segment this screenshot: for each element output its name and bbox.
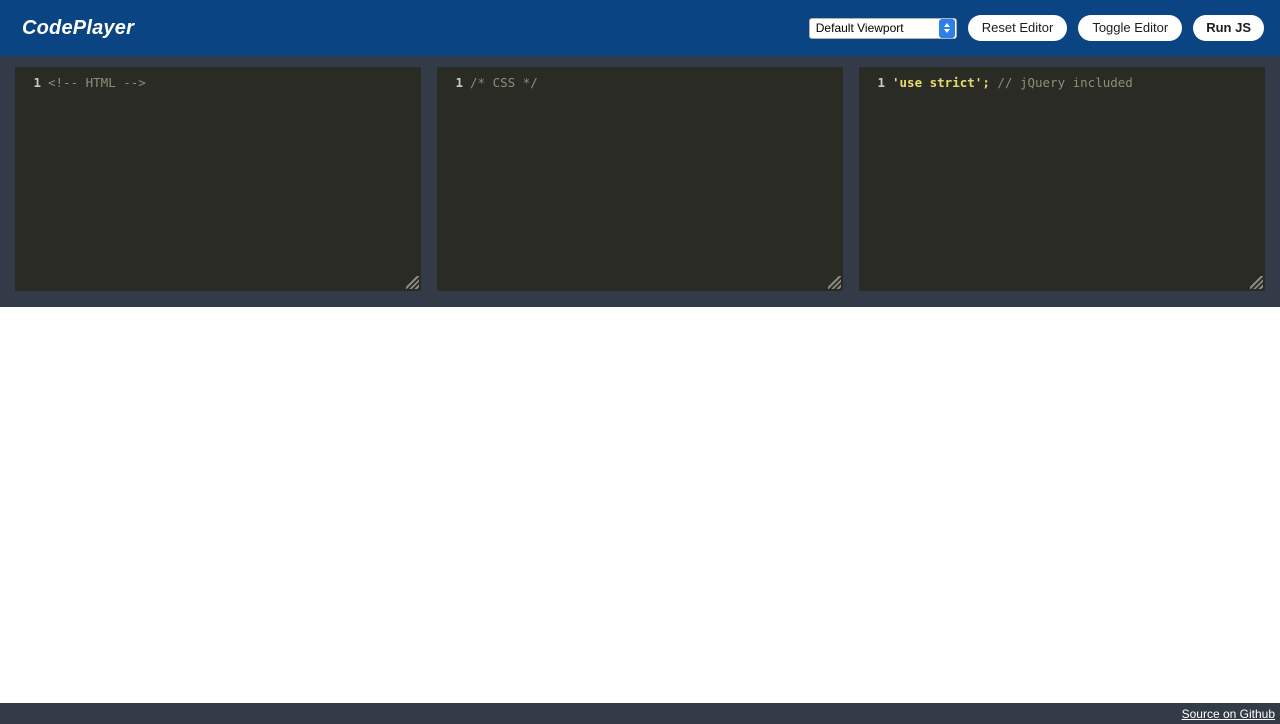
resize-handle-icon[interactable] — [406, 276, 419, 289]
html-editor-wrapper: 1 <!-- HTML --> — [15, 67, 421, 291]
js-comment-token: // jQuery included — [989, 75, 1133, 90]
editors-panel: 1 <!-- HTML --> 1 /* CSS */ 1 'use stric — [0, 56, 1280, 307]
line-number: 1 — [455, 75, 463, 90]
js-editor-wrapper: 1 'use strict' ; // jQuery included — [859, 67, 1265, 291]
chevron-down-icon — [943, 29, 950, 33]
line-number: 1 — [33, 75, 41, 90]
code-line: 1 <!-- HTML --> — [15, 74, 413, 91]
source-on-github-link[interactable]: Source on Github — [1182, 707, 1275, 721]
viewport-select[interactable]: Default Viewport — [808, 17, 957, 39]
app-logo: CodePlayer — [22, 17, 135, 39]
run-js-button[interactable]: Run JS — [1193, 15, 1264, 41]
js-string-token: 'use strict' — [892, 75, 983, 90]
code-line: 1 /* CSS */ — [437, 74, 835, 91]
code-line: 1 'use strict' ; // jQuery included — [859, 74, 1257, 91]
js-punctuation-token: ; — [982, 75, 990, 90]
header-controls: Default Viewport Reset Editor Toggle Edi… — [808, 15, 1264, 41]
css-editor-wrapper: 1 /* CSS */ — [437, 67, 843, 291]
preview-pane[interactable] — [0, 307, 1280, 703]
app-header: CodePlayer Default Viewport Reset Editor… — [0, 0, 1280, 56]
css-editor[interactable]: 1 /* CSS */ — [437, 67, 843, 291]
viewport-select-value: Default Viewport — [815, 20, 904, 35]
css-comment-token: /* CSS */ — [470, 75, 538, 90]
resize-handle-icon[interactable] — [828, 276, 841, 289]
toggle-editor-button[interactable]: Toggle Editor — [1078, 15, 1183, 41]
html-editor[interactable]: 1 <!-- HTML --> — [15, 67, 421, 291]
js-editor[interactable]: 1 'use strict' ; // jQuery included — [859, 67, 1265, 291]
app-footer: Source on Github — [0, 703, 1280, 724]
line-number: 1 — [877, 75, 885, 90]
reset-editor-button[interactable]: Reset Editor — [967, 15, 1068, 41]
chevron-up-icon — [943, 23, 950, 27]
resize-handle-icon[interactable] — [1250, 276, 1263, 289]
html-comment-token: <!-- HTML --> — [48, 75, 146, 90]
stepper-updown-icon[interactable] — [938, 18, 955, 38]
codeplayer-app: CodePlayer Default Viewport Reset Editor… — [0, 0, 1280, 724]
